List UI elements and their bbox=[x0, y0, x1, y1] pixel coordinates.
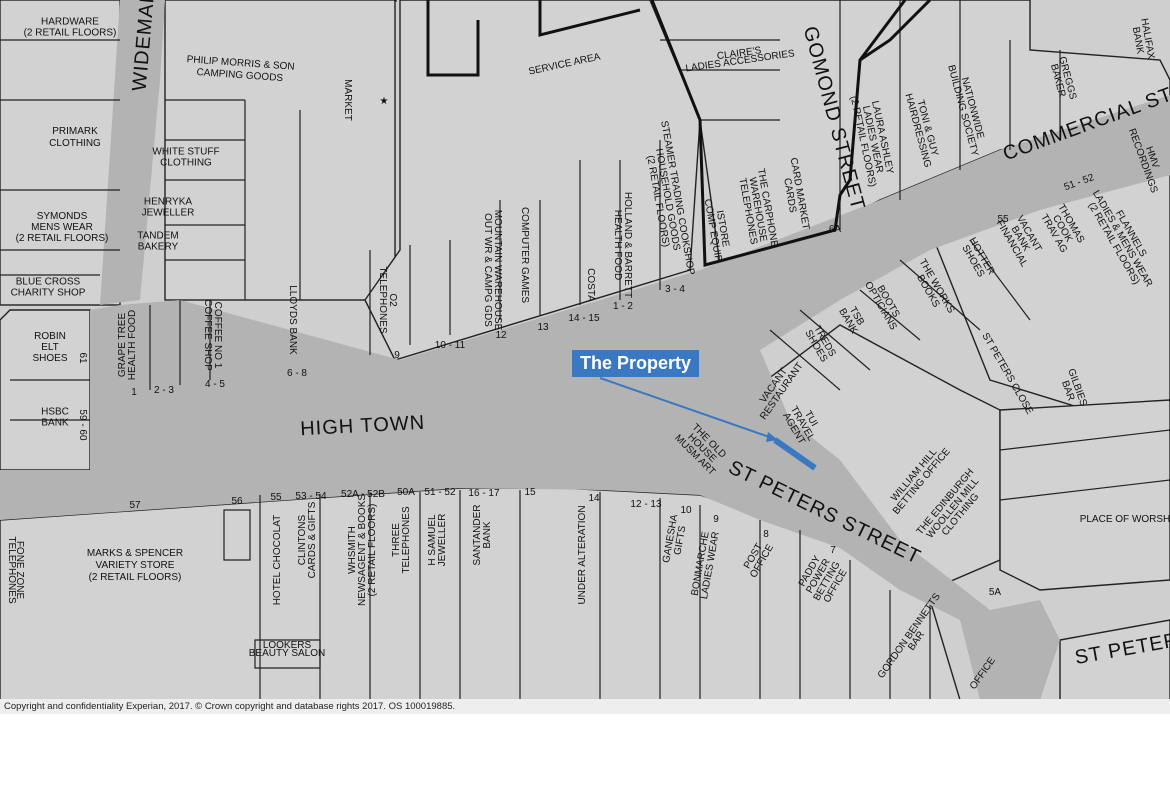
occ-hotel-chocolat: HOTEL CHOCOLAT bbox=[272, 515, 283, 606]
occ-hsbc: HSBC BANK bbox=[41, 407, 69, 429]
num-25-26: 52A - 52B bbox=[341, 489, 385, 500]
num-55: 55 bbox=[997, 214, 1009, 225]
num-12: 12 bbox=[495, 330, 507, 341]
num-4-5: 4 - 5 bbox=[205, 379, 225, 390]
copyright-footer: Copyright and confidentiality Experian, … bbox=[0, 699, 1170, 714]
num-5A: 5A bbox=[989, 587, 1002, 598]
occ-mountain-warehouse: MOUNTAIN WAREHOUSEOUT WR & CAMPG GDS bbox=[482, 210, 503, 331]
occ-henryka: HENRYKA JEWELLER bbox=[142, 197, 195, 219]
num-2-3: 2 - 3 bbox=[154, 385, 174, 396]
num-9: 9 bbox=[394, 350, 400, 361]
num-20: 14 bbox=[588, 493, 600, 504]
property-callout[interactable]: The Property bbox=[572, 350, 700, 377]
num-13: 7 bbox=[830, 545, 836, 556]
num-35: 59 - 60 bbox=[77, 409, 88, 441]
occ-place-of-worship: PLACE OF WORSH bbox=[1080, 514, 1170, 525]
occ-computer-games: COMPUTER GAMES bbox=[519, 207, 530, 303]
occ-blue-cross: BLUE CROSS CHARITY SHOP bbox=[11, 277, 86, 299]
num-28: 55 bbox=[270, 492, 282, 503]
num-30-34: 57 bbox=[129, 500, 141, 511]
num-27: 53 - 54 bbox=[295, 491, 327, 502]
occ-tandem: TANDEM BAKERY bbox=[137, 231, 178, 253]
occ-primark: PRIMARK CLOTHING bbox=[49, 126, 101, 149]
num-37: 61 bbox=[77, 352, 88, 364]
num-6-8: 6 - 8 bbox=[287, 368, 307, 379]
occ-lloyds: LLOYDS BANK bbox=[287, 285, 298, 355]
num-29: 56 bbox=[231, 496, 243, 507]
num-1-2: 1 - 2 bbox=[613, 301, 633, 312]
num-23: 51 - 52 bbox=[424, 487, 456, 498]
num-1: 1 bbox=[131, 387, 137, 398]
num-3-4: 3 - 4 bbox=[665, 284, 685, 295]
num-16: 9 bbox=[713, 514, 719, 525]
occ-h-samuel: H SAMUELJEWELLER bbox=[427, 514, 448, 567]
num-17: 10 bbox=[680, 505, 692, 516]
occ-under-alteration: UNDER ALTERATION bbox=[577, 505, 588, 604]
market-star-icon: ★ bbox=[380, 96, 389, 107]
label-market: MARKET bbox=[342, 79, 353, 121]
num-13: 13 bbox=[537, 322, 549, 333]
num-10-11: 10 - 11 bbox=[435, 340, 466, 351]
num-24: 50A bbox=[397, 487, 415, 498]
num-18: 12 - 13 bbox=[630, 499, 662, 510]
num-21: 15 bbox=[524, 487, 536, 498]
num-6A: 6A bbox=[829, 224, 842, 235]
num-14-15: 14 - 15 bbox=[568, 313, 600, 324]
occ-marks-spencer: MARKS & SPENCER VARIETY STORE (2 RETAIL FL… bbox=[87, 548, 183, 583]
num-22: 16 - 17 bbox=[468, 488, 500, 499]
occ-white-stuff: WHITE STUFF CLOTHING bbox=[152, 147, 219, 169]
num-14-15-b: 8 bbox=[763, 529, 769, 540]
occ-halifax: HALIFAXBANK bbox=[1129, 17, 1157, 61]
occ-fone-zone: FONE ZONETELEPHONES bbox=[6, 536, 25, 604]
occ-costa: COSTA bbox=[585, 268, 596, 302]
occ-grape-tree: GRAPE TREEHEALTH FOOD bbox=[117, 310, 138, 380]
occ-coffee-no1: COFFEE NO 1COFFEE SHOP bbox=[202, 299, 223, 371]
